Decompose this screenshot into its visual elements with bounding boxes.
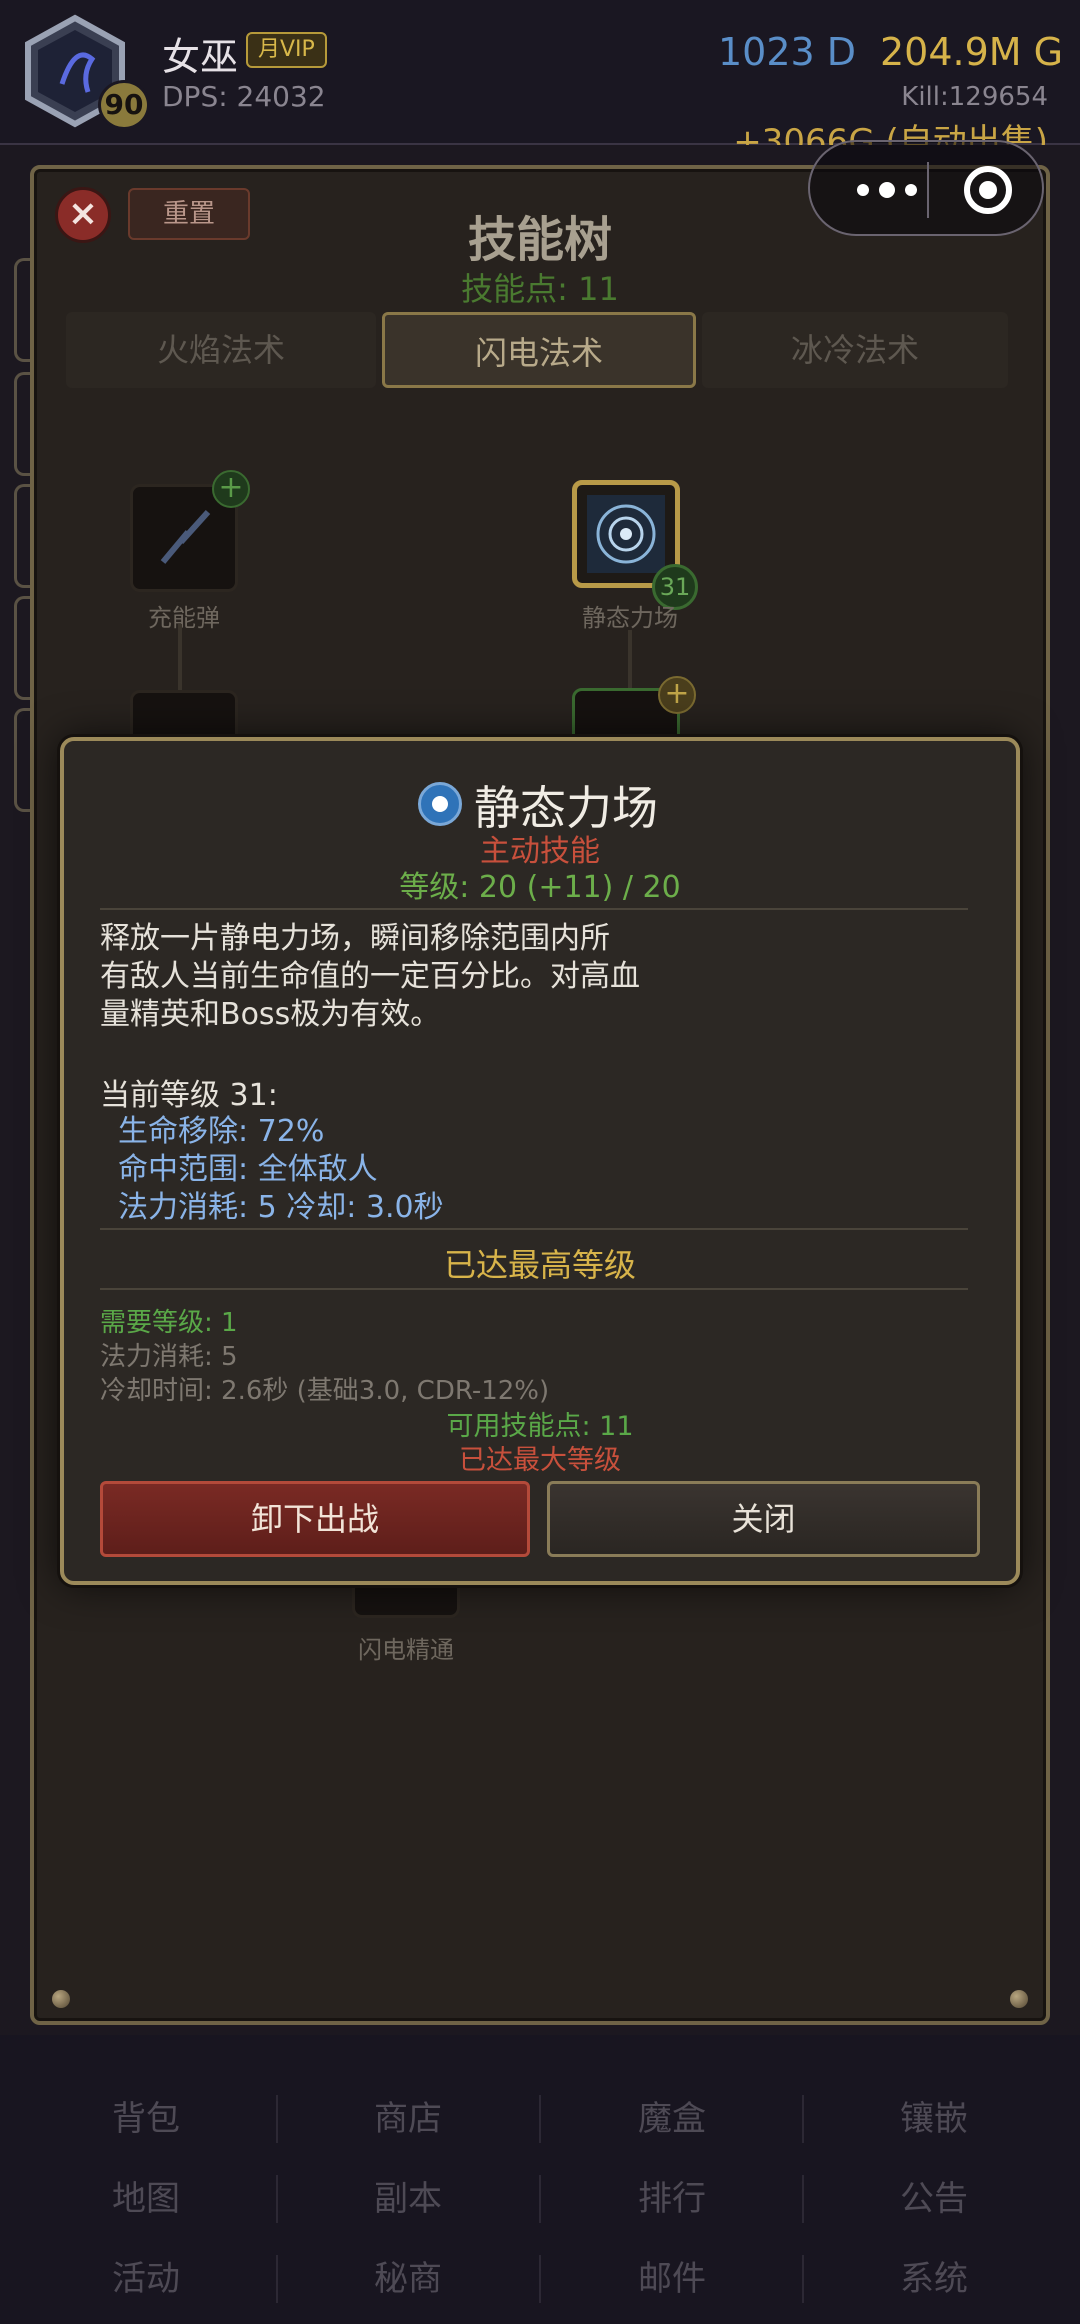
cooldown-time: 冷却时间: 2.6秒 (基础3.0, CDR-12%) [100, 1376, 550, 1406]
nav-ranking[interactable]: 排行 [582, 2171, 762, 2220]
nav-notice[interactable]: 公告 [844, 2171, 1024, 2220]
skill-level: 等级: 20 (+11) / 20 [399, 870, 681, 905]
nav-map[interactable]: 地图 [56, 2171, 236, 2220]
nav-socket[interactable]: 镶嵌 [844, 2091, 1024, 2140]
nav-divider [276, 2175, 278, 2223]
nav-magic-box[interactable]: 魔盒 [582, 2091, 762, 2140]
nav-backpack[interactable]: 背包 [56, 2091, 236, 2140]
miniprogram-capsule [808, 140, 1044, 236]
skill-node-label: 充能弹 [148, 604, 220, 632]
description-line: 量精英和Boss极为有效。 [100, 997, 441, 1032]
divider [100, 1228, 968, 1230]
lightning-school-icon [418, 782, 462, 826]
nav-shop[interactable]: 商店 [318, 2091, 498, 2140]
skill-points: 技能点: 11 [461, 270, 619, 308]
hero-level-badge: 90 [98, 80, 150, 130]
divider [100, 908, 968, 910]
capsule-divider [927, 162, 929, 218]
vip-badge[interactable]: 月VIP [246, 32, 327, 68]
bottom-nav: 背包 商店 魔盒 镶嵌 地图 副本 排行 公告 活动 秘商 邮件 系统 [0, 2035, 1080, 2324]
kill-count: Kill:129654 [901, 82, 1048, 112]
hero-name: 女巫 [162, 35, 239, 79]
skill-node-label: 闪电精通 [358, 1636, 454, 1664]
max-level-notice: 已达最高等级 [443, 1246, 636, 1284]
nav-divider [276, 2095, 278, 2143]
required-level: 需要等级: 1 [100, 1308, 238, 1338]
close-dialog-button[interactable]: 关闭 [547, 1481, 980, 1557]
diamond-count: 1023 D [718, 30, 857, 74]
description-line: 有敌人当前生命值的一定百分比。对高血 [100, 959, 640, 994]
stat-mana-cooldown: 法力消耗: 5 冷却: 3.0秒 [118, 1190, 444, 1225]
nav-dungeon[interactable]: 副本 [318, 2171, 498, 2220]
panel-rivet [1010, 1990, 1028, 2008]
more-menu-icon[interactable] [842, 142, 932, 238]
nav-secret-shop[interactable]: 秘商 [318, 2251, 498, 2300]
dps-readout: DPS: 24032 [162, 80, 326, 113]
school-tabs: 火焰法术 闪电法术 冰冷法术 [66, 312, 1008, 390]
nav-divider [539, 2175, 541, 2223]
tab-fire[interactable]: 火焰法术 [66, 312, 376, 388]
nav-divider [802, 2175, 804, 2223]
skill-description: 释放一片静电力场，瞬间移除范围内所 有敌人当前生命值的一定百分比。对高血 量精英… [100, 920, 640, 1034]
nav-divider [802, 2255, 804, 2303]
unequip-button[interactable]: 卸下出战 [100, 1481, 530, 1557]
nav-divider [276, 2255, 278, 2303]
tab-lightning[interactable]: 闪电法术 [382, 312, 696, 388]
divider [100, 1288, 968, 1290]
add-point-icon[interactable]: + [658, 676, 696, 714]
nav-divider [539, 2255, 541, 2303]
nav-divider [539, 2095, 541, 2143]
max-level-reached: 已达最大等级 [459, 1445, 621, 1476]
tab-cold: 冰冷法术 [702, 312, 1008, 388]
game-header: 90 女巫 月VIP DPS: 24032 1023 D 204.9M G Ki… [0, 0, 1080, 162]
tree-connector [628, 630, 632, 690]
add-point-icon[interactable]: + [212, 470, 250, 508]
gold-count: 204.9M G [880, 30, 1064, 74]
exit-miniprogram-icon[interactable] [964, 166, 1012, 214]
nav-divider [802, 2095, 804, 2143]
panel-rivet [52, 1990, 70, 2008]
nav-system[interactable]: 系统 [844, 2251, 1024, 2300]
nav-events[interactable]: 活动 [56, 2251, 236, 2300]
skill-node-label: 静态力场 [582, 604, 678, 632]
description-line: 释放一片静电力场，瞬间移除范围内所 [100, 921, 610, 956]
mana-cost: 法力消耗: 5 [100, 1342, 238, 1372]
tree-connector [178, 624, 182, 690]
nav-mail[interactable]: 邮件 [582, 2251, 762, 2300]
